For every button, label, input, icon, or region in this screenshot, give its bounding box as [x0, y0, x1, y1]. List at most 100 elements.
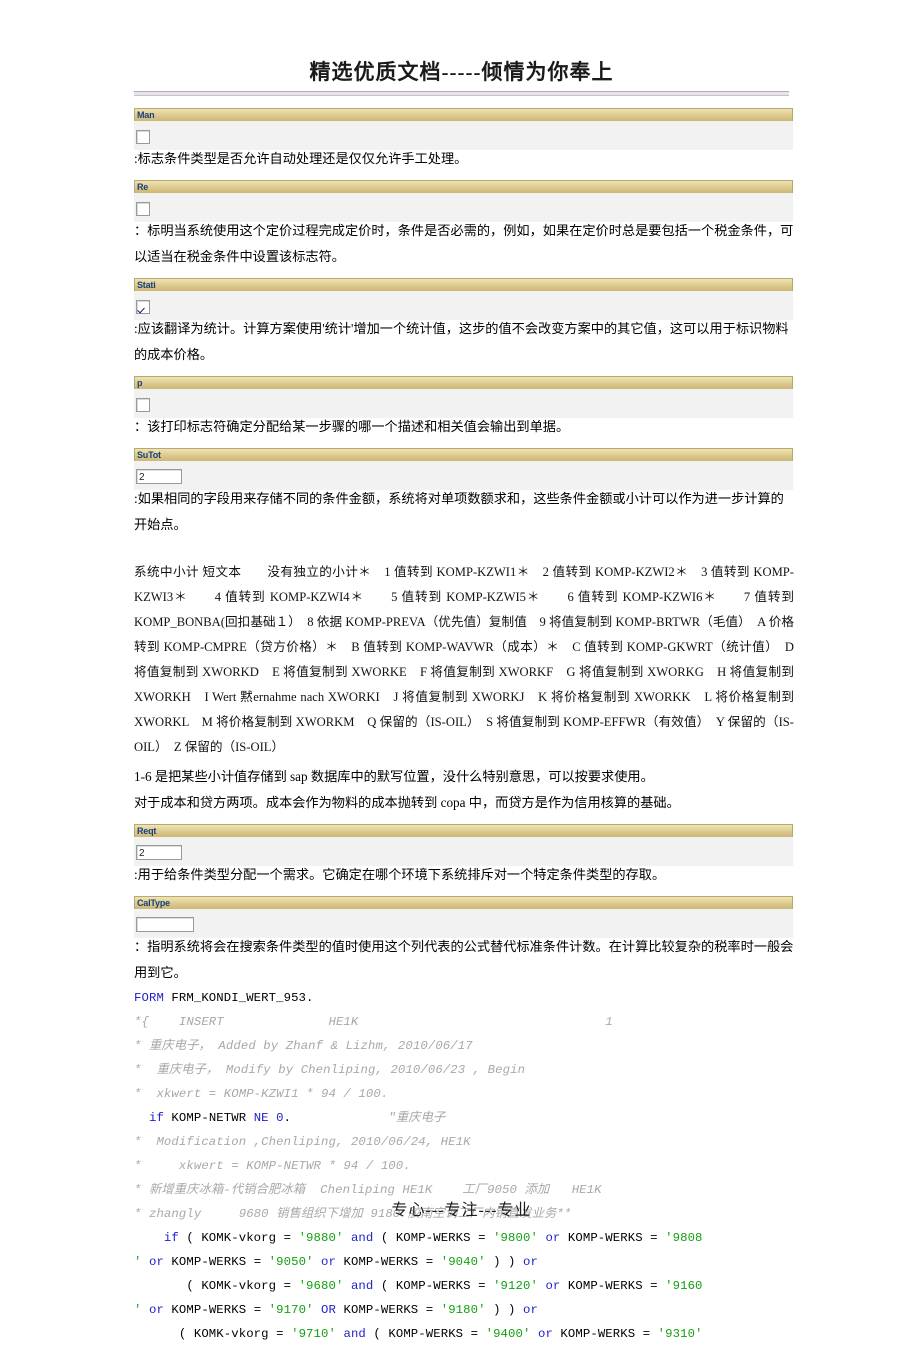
field-entry-print: p ：该打印标志符确定分配给某一步骤的哪一个描述和相关值会输出到单据。 [134, 376, 794, 440]
re-description: ：标明当系统使用这个定价过程完成定价时，条件是否必需的，例如，如果在定价时总是要… [134, 223, 794, 264]
code-token: '9680' [298, 1279, 344, 1293]
field-entry-stat: Stati :应该翻译为统计。计算方案使用'统计'增加一个统计值，这步的值不会改… [134, 278, 794, 368]
sutot-field-icon[interactable]: SuTot 2 [134, 448, 793, 490]
subtotal-value-list: 系统中小计 短文本 没有独立的小计＊ 1 值转到 KOMP-KZWI1＊ 2 值… [134, 565, 794, 754]
stat-description: :应该翻译为统计。计算方案使用'统计'增加一个统计值，这步的值不会改变方案中的其… [134, 321, 789, 362]
print-field-icon[interactable]: p [134, 376, 793, 418]
reqt-field-icon[interactable]: Reqt 2 [134, 824, 793, 866]
caltype-description: ：指明系统将会在搜索条件类型的值时使用这个列代表的公式替代标准条件计数。在计算比… [134, 939, 794, 980]
code-token: KOMP-WERKS = [336, 1255, 441, 1269]
field-entry-reqt: Reqt 2 :用于给条件类型分配一个需求。它确定在哪个环境下系统排斥对一个特定… [134, 824, 794, 888]
code-token: '9180' [440, 1303, 486, 1317]
code-token: * xkwert = KOMP-NETWR * 94 / 100. [134, 1159, 411, 1173]
code-token: '9880' [298, 1231, 344, 1245]
sutot-field-body: 2 [134, 461, 793, 490]
note-line-2: 对于成本和贷方两项。成本会作为物料的成本抛转到 copa 中，而贷方是作为信用核… [134, 795, 680, 810]
sutot-input[interactable]: 2 [136, 469, 182, 485]
stat-field-body [134, 291, 793, 320]
code-line: *{ INSERT HE1K 1 [134, 1010, 794, 1034]
page-footer: 专心---专注---专业 [391, 1202, 532, 1219]
re-checkbox[interactable] [136, 201, 150, 216]
caltype-field-body [134, 909, 793, 938]
code-token: and [343, 1327, 366, 1341]
code-line: * 重庆电子， Added by Zhanf & Lizhm, 2010/06/… [134, 1034, 794, 1058]
code-token: or [537, 1327, 553, 1341]
man-description: :标志条件类型是否允许自动处理还是仅仅允许手工处理。 [134, 151, 468, 166]
stat-field-icon[interactable]: Stati [134, 278, 793, 320]
header-divider [134, 91, 789, 97]
caltype-field-icon[interactable]: CalType [134, 896, 793, 938]
print-description: ：该打印标志符确定分配给某一步骤的哪一个描述和相关值会输出到单据。 [134, 419, 570, 434]
re-field-body [134, 193, 793, 222]
code-line: * Modification ,Chenliping, 2010/06/24, … [134, 1130, 794, 1154]
code-token: *{ INSERT HE1K 1 [134, 1015, 613, 1029]
code-token: '9170' [268, 1303, 314, 1317]
code-token: ) ) [485, 1255, 524, 1269]
code-token: * Modification ,Chenliping, 2010/06/24, … [134, 1135, 471, 1149]
field-entry-sutot: SuTot 2 :如果相同的字段用来存储不同的条件金额，系统将对单项数额求和，这… [134, 448, 794, 538]
code-token: '9310' [657, 1327, 703, 1341]
document-page: 精选优质文档-----倾情为你奉上 Man :标志条件类型是否允许自动处理还是仅… [0, 0, 920, 1341]
code-token: KOMP-WERKS = [560, 1231, 666, 1245]
document-body: Man :标志条件类型是否允许自动处理还是仅仅允许手工处理。 Re ：标明当系统… [134, 108, 794, 1346]
code-token: '9808 [665, 1231, 703, 1245]
code-line: * xkwert = KOMP-KZWI1 * 94 / 100. [134, 1082, 794, 1106]
reqt-description: :用于给条件类型分配一个需求。它确定在哪个环境下系统排斥对一个特定条件类型的存取… [134, 867, 666, 882]
man-checkbox[interactable] [136, 129, 150, 144]
code-token: FORM [134, 991, 164, 1005]
caltype-input[interactable] [136, 917, 194, 933]
code-token: OR [321, 1303, 336, 1317]
code-token: or [523, 1255, 538, 1269]
code-token: * xkwert = KOMP-KZWI1 * 94 / 100. [134, 1087, 389, 1101]
code-line: ' or KOMP-WERKS = '9050' or KOMP-WERKS =… [134, 1250, 794, 1274]
reqt-field-body: 2 [134, 837, 793, 866]
code-token: '9050' [268, 1255, 314, 1269]
code-token: '9400' [485, 1327, 531, 1341]
code-token: * 新增重庆冰箱-代销合肥冰箱 Chenliping HE1K 工厂9050 添… [134, 1183, 602, 1197]
re-field-icon[interactable]: Re [134, 180, 793, 222]
code-token: or [321, 1255, 336, 1269]
code-token: ( KOMP-WERKS = [373, 1279, 494, 1293]
code-token: * 重庆电子， Modify by Chenliping, 2010/06/23… [134, 1063, 526, 1077]
code-token: . [283, 1111, 389, 1125]
code-token: '9800' [493, 1231, 538, 1245]
code-line: if KOMP-NETWR NE 0. "重庆电子 [134, 1106, 794, 1130]
code-token: and [350, 1279, 374, 1293]
print-checkbox[interactable] [136, 397, 150, 412]
code-token: or [148, 1303, 164, 1317]
code-token: '9710' [291, 1327, 336, 1341]
code-token: and [350, 1231, 374, 1245]
stat-checkbox[interactable] [136, 299, 150, 314]
print-field-body [134, 389, 793, 418]
code-token: KOMP-NETWR [163, 1111, 254, 1125]
code-token: ( KOMK-vkorg = [134, 1279, 299, 1293]
code-token: if [163, 1231, 179, 1245]
code-token: '9160 [665, 1279, 703, 1293]
code-token: FRM_KONDI_WERT_953. [163, 991, 314, 1005]
print-field-caption: p [134, 376, 793, 389]
code-token: ( KOMP-WERKS = [365, 1327, 486, 1341]
page-title: 精选优质文档-----倾情为你奉上 [309, 60, 614, 84]
code-line: if ( KOMK-vkorg = '9880' and ( KOMP-WERK… [134, 1226, 794, 1250]
code-token: '9120' [493, 1279, 538, 1293]
sutot-description: :如果相同的字段用来存储不同的条件金额，系统将对单项数额求和，这些条件金额或小计… [134, 491, 784, 532]
code-token: "重庆电子 [388, 1111, 446, 1125]
stat-field-caption: Stati [134, 278, 793, 291]
man-field-icon[interactable]: Man [134, 108, 793, 150]
code-line: FORM FRM_KONDI_WERT_953. [134, 986, 794, 1010]
abap-code-listing: FORM FRM_KONDI_WERT_953. *{ INSERT HE1K 1… [134, 986, 794, 1346]
field-entry-re: Re ：标明当系统使用这个定价过程完成定价时，条件是否必需的，例如，如果在定价时… [134, 180, 794, 270]
caltype-field-caption: CalType [134, 896, 793, 909]
man-field-caption: Man [134, 108, 793, 121]
re-field-caption: Re [134, 180, 793, 193]
reqt-input[interactable]: 2 [136, 845, 182, 861]
code-line: * 重庆电子， Modify by Chenliping, 2010/06/23… [134, 1058, 794, 1082]
